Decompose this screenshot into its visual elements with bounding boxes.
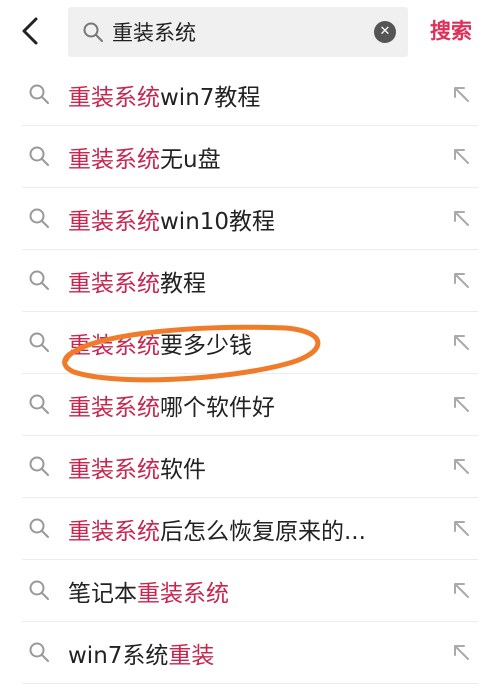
suggestion-highlight: 重装系统 bbox=[68, 85, 160, 111]
back-chevron-icon[interactable] bbox=[14, 14, 48, 48]
arrow-up-left-icon[interactable] bbox=[450, 579, 472, 601]
suggestion-text-part: 哪个软件好 bbox=[160, 395, 275, 421]
suggestion-text: win7系统重装 bbox=[68, 636, 214, 670]
suggestion-text: 重装系统要多少钱 bbox=[68, 326, 252, 360]
suggestion-item[interactable]: win7系统重装 bbox=[22, 622, 478, 684]
suggestion-highlight: 重装系统 bbox=[68, 457, 160, 483]
search-icon bbox=[29, 270, 49, 290]
suggestion-highlight: 重装系统 bbox=[68, 147, 160, 173]
search-icon bbox=[29, 456, 49, 476]
suggestion-item[interactable]: 重装系统软件 bbox=[22, 436, 478, 498]
search-icon bbox=[83, 22, 103, 42]
suggestion-text: 重装系统win7教程 bbox=[68, 78, 260, 112]
search-button[interactable]: 搜索 bbox=[430, 15, 472, 45]
suggestion-text: 重装系统后怎么恢复原来的... bbox=[68, 512, 366, 546]
suggestion-highlight: 重装 bbox=[168, 643, 215, 669]
arrow-up-left-icon[interactable] bbox=[450, 145, 472, 167]
search-icon bbox=[29, 84, 49, 104]
search-input[interactable] bbox=[112, 15, 362, 49]
suggestion-item[interactable]: 重装系统教程 bbox=[22, 250, 478, 312]
suggestion-text-part: 笔记本 bbox=[68, 581, 137, 607]
suggestion-text: 笔记本重装系统 bbox=[68, 574, 229, 608]
arrow-up-left-icon[interactable] bbox=[450, 641, 472, 663]
suggestion-text-part: 软件 bbox=[160, 457, 206, 483]
arrow-up-left-icon[interactable] bbox=[450, 83, 472, 105]
suggestion-highlight: 重装系统 bbox=[137, 581, 229, 607]
suggestion-text-part: 要多少钱 bbox=[160, 333, 252, 359]
search-icon bbox=[29, 642, 49, 662]
arrow-up-left-icon[interactable] bbox=[450, 207, 472, 229]
search-icon bbox=[29, 208, 49, 228]
suggestion-item[interactable]: 重装系统哪个软件好 bbox=[22, 374, 478, 436]
suggestion-text: 重装系统win10教程 bbox=[68, 202, 275, 236]
clear-icon[interactable]: ✕ bbox=[374, 21, 396, 43]
suggestion-highlight: 重装系统 bbox=[68, 519, 160, 545]
arrow-up-left-icon[interactable] bbox=[450, 331, 472, 353]
suggestion-highlight: 重装系统 bbox=[68, 271, 160, 297]
arrow-up-left-icon[interactable] bbox=[450, 393, 472, 415]
suggestion-text: 重装系统教程 bbox=[68, 264, 206, 298]
search-icon bbox=[29, 146, 49, 166]
suggestion-text-part: win7教程 bbox=[160, 85, 261, 111]
suggestion-text: 重装系统无u盘 bbox=[68, 140, 221, 174]
search-box[interactable]: ✕ bbox=[68, 7, 408, 57]
suggestion-text-part: 无u盘 bbox=[160, 147, 221, 173]
search-icon bbox=[29, 580, 49, 600]
suggestion-item[interactable]: 重装系统win10教程 bbox=[22, 188, 478, 250]
suggestion-item[interactable]: 重装系统要多少钱 bbox=[22, 312, 478, 374]
search-icon bbox=[29, 394, 49, 414]
suggestion-list: 重装系统win7教程 重装系统无u盘 重装系统win10教程 重装系统教程 重装系统要多… bbox=[0, 64, 500, 684]
suggestion-text-part: win7系统 bbox=[68, 643, 169, 669]
suggestion-highlight: 重装系统 bbox=[68, 209, 160, 235]
top-bar: ✕ 搜索 bbox=[0, 0, 500, 64]
suggestion-highlight: 重装系统 bbox=[68, 395, 160, 421]
suggestion-highlight: 重装系统 bbox=[68, 333, 160, 359]
suggestion-text-part: 教程 bbox=[160, 271, 206, 297]
suggestion-text: 重装系统哪个软件好 bbox=[68, 388, 275, 422]
suggestion-text-part: 后怎么恢复原来的... bbox=[160, 519, 366, 545]
search-icon bbox=[29, 332, 49, 352]
suggestion-item[interactable]: 重装系统win7教程 bbox=[22, 64, 478, 126]
suggestion-text: 重装系统软件 bbox=[68, 450, 206, 484]
suggestion-item[interactable]: 重装系统无u盘 bbox=[22, 126, 478, 188]
arrow-up-left-icon[interactable] bbox=[450, 269, 472, 291]
arrow-up-left-icon[interactable] bbox=[450, 517, 472, 539]
suggestion-text-part: win10教程 bbox=[160, 209, 276, 235]
arrow-up-left-icon[interactable] bbox=[450, 455, 472, 477]
suggestion-item[interactable]: 笔记本重装系统 bbox=[22, 560, 478, 622]
search-icon bbox=[29, 518, 49, 538]
suggestion-item[interactable]: 重装系统后怎么恢复原来的... bbox=[22, 498, 478, 560]
